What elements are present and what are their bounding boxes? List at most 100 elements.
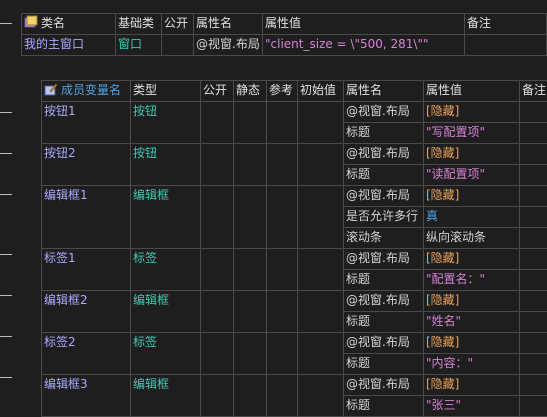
- prop-value-cell[interactable]: [隐藏]: [424, 144, 520, 165]
- prop-value-cell[interactable]: [隐藏]: [424, 102, 520, 123]
- prop-name-cell[interactable]: @视窗.布局: [344, 375, 424, 396]
- member-reference-cell[interactable]: [267, 375, 298, 417]
- prop-note-cell[interactable]: [520, 333, 547, 354]
- member-initial-cell[interactable]: [298, 291, 344, 333]
- note-cell[interactable]: [465, 35, 547, 56]
- member-reference-cell[interactable]: [267, 333, 298, 375]
- member-name-cell[interactable]: 标签2: [42, 333, 131, 375]
- prop-note-cell[interactable]: [520, 102, 547, 123]
- prop-value-cell[interactable]: "配置名：": [424, 270, 520, 291]
- prop-note-cell[interactable]: [520, 207, 547, 228]
- prop-note-cell[interactable]: [520, 228, 547, 249]
- prop-name-cell[interactable]: 标题: [344, 165, 424, 186]
- prop-value-cell[interactable]: [隐藏]: [424, 249, 520, 270]
- member-name-cell[interactable]: 编辑框3: [42, 375, 131, 417]
- member-initial-cell[interactable]: [298, 102, 344, 144]
- prop-note-cell[interactable]: [520, 312, 547, 333]
- prop-name-cell[interactable]: 标题: [344, 270, 424, 291]
- prop-value-cell[interactable]: "姓名": [424, 312, 520, 333]
- member-name-cell[interactable]: 标签1: [42, 249, 131, 291]
- class-name-cell[interactable]: 我的主窗口: [22, 35, 116, 56]
- member-prop-row[interactable]: 按钮2按钮@视窗.布局[隐藏]: [42, 144, 547, 165]
- prop-value-cell[interactable]: "内容：": [424, 354, 520, 375]
- prop-note-cell[interactable]: [520, 354, 547, 375]
- member-reference-cell[interactable]: [267, 291, 298, 333]
- prop-name-cell[interactable]: 标题: [344, 354, 424, 375]
- prop-name-cell[interactable]: 是否允许多行: [344, 207, 424, 228]
- prop-name-cell[interactable]: 滚动条: [344, 228, 424, 249]
- member-prop-row[interactable]: 编辑框3编辑框@视窗.布局[隐藏]: [42, 375, 547, 396]
- member-static-cell[interactable]: [234, 249, 267, 291]
- member-static-cell[interactable]: [234, 375, 267, 417]
- member-name-cell[interactable]: 按钮1: [42, 102, 131, 144]
- prop-note-cell[interactable]: [520, 291, 547, 312]
- prop-name-cell[interactable]: @视窗.布局: [344, 249, 424, 270]
- member-reference-cell[interactable]: [267, 249, 298, 291]
- member-initial-cell[interactable]: [298, 144, 344, 186]
- prop-note-cell[interactable]: [520, 165, 547, 186]
- prop-value-cell[interactable]: "读配置项": [424, 165, 520, 186]
- member-initial-cell[interactable]: [298, 375, 344, 417]
- member-initial-cell[interactable]: [298, 333, 344, 375]
- member-type-cell[interactable]: 标签: [131, 333, 201, 375]
- public-cell[interactable]: [162, 35, 194, 56]
- class-row[interactable]: 我的主窗口 窗口 @视窗.布局 "client_size = \"500, 28…: [22, 35, 547, 56]
- member-initial-cell[interactable]: [298, 249, 344, 291]
- prop-note-cell[interactable]: [520, 144, 547, 165]
- member-static-cell[interactable]: [234, 102, 267, 144]
- prop-name-cell[interactable]: 标题: [344, 396, 424, 417]
- prop-note-cell[interactable]: [520, 396, 547, 417]
- prop-name-cell[interactable]: @视窗.布局: [344, 333, 424, 354]
- prop-note-cell[interactable]: [520, 123, 547, 144]
- member-name-cell[interactable]: 编辑框2: [42, 291, 131, 333]
- member-reference-cell[interactable]: [267, 144, 298, 186]
- member-prop-row[interactable]: 标签1标签@视窗.布局[隐藏]: [42, 249, 547, 270]
- prop-value-cell[interactable]: "张三": [424, 396, 520, 417]
- member-prop-row[interactable]: 标签2标签@视窗.布局[隐藏]: [42, 333, 547, 354]
- prop-value-cell[interactable]: [隐藏]: [424, 375, 520, 396]
- prop-value-cell[interactable]: [隐藏]: [424, 291, 520, 312]
- prop-name-cell[interactable]: @视窗.布局: [344, 144, 424, 165]
- member-prop-row[interactable]: 编辑框2编辑框@视窗.布局[隐藏]: [42, 291, 547, 312]
- member-initial-cell[interactable]: [298, 186, 344, 249]
- member-type-cell[interactable]: 按钮: [131, 144, 201, 186]
- member-type-cell[interactable]: 编辑框: [131, 375, 201, 417]
- prop-name-cell[interactable]: @视窗.布局: [194, 35, 263, 56]
- prop-value-cell[interactable]: 纵向滚动条: [424, 228, 520, 249]
- prop-name-cell[interactable]: 标题: [344, 312, 424, 333]
- prop-name-cell[interactable]: @视窗.布局: [344, 291, 424, 312]
- member-name-cell[interactable]: 编辑框1: [42, 186, 131, 249]
- member-public-cell[interactable]: [201, 186, 234, 249]
- prop-value-cell[interactable]: [隐藏]: [424, 333, 520, 354]
- member-public-cell[interactable]: [201, 291, 234, 333]
- member-static-cell[interactable]: [234, 186, 267, 249]
- member-static-cell[interactable]: [234, 333, 267, 375]
- prop-note-cell[interactable]: [520, 375, 547, 396]
- prop-name-cell[interactable]: 标题: [344, 123, 424, 144]
- member-static-cell[interactable]: [234, 144, 267, 186]
- prop-name-cell[interactable]: @视窗.布局: [344, 186, 424, 207]
- member-static-cell[interactable]: [234, 291, 267, 333]
- member-type-cell[interactable]: 标签: [131, 249, 201, 291]
- member-reference-cell[interactable]: [267, 102, 298, 144]
- prop-note-cell[interactable]: [520, 186, 547, 207]
- member-reference-cell[interactable]: [267, 186, 298, 249]
- member-type-cell[interactable]: 编辑框: [131, 291, 201, 333]
- member-prop-row[interactable]: 编辑框1编辑框@视窗.布局[隐藏]: [42, 186, 547, 207]
- member-public-cell[interactable]: [201, 249, 234, 291]
- member-public-cell[interactable]: [201, 333, 234, 375]
- prop-note-cell[interactable]: [520, 270, 547, 291]
- member-name-cell[interactable]: 按钮2: [42, 144, 131, 186]
- prop-value-cell[interactable]: 真: [424, 207, 520, 228]
- prop-value-cell[interactable]: "client_size = \"500, 281\"": [263, 35, 465, 56]
- prop-value-cell[interactable]: [隐藏]: [424, 186, 520, 207]
- prop-note-cell[interactable]: [520, 249, 547, 270]
- member-public-cell[interactable]: [201, 144, 234, 186]
- member-type-cell[interactable]: 按钮: [131, 102, 201, 144]
- member-type-cell[interactable]: 编辑框: [131, 186, 201, 249]
- prop-name-cell[interactable]: @视窗.布局: [344, 102, 424, 123]
- base-class-cell[interactable]: 窗口: [116, 35, 162, 56]
- member-prop-row[interactable]: 按钮1按钮@视窗.布局[隐藏]: [42, 102, 547, 123]
- prop-value-cell[interactable]: "写配置项": [424, 123, 520, 144]
- member-public-cell[interactable]: [201, 102, 234, 144]
